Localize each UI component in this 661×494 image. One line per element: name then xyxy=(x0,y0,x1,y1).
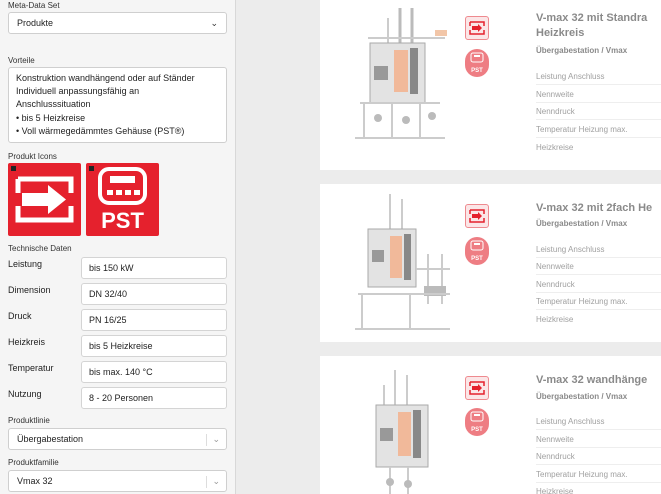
produktlinie-value: Übergabestation xyxy=(17,434,84,444)
chevron-down-icon: ⌄ xyxy=(206,471,220,491)
druck-label: Druck xyxy=(8,311,32,321)
technische-daten-label: Technische Daten xyxy=(8,244,72,253)
produktfamilie-label: Produktfamilie xyxy=(8,458,59,467)
spec-label: Nennweite xyxy=(536,86,661,103)
spec-label: Nennweite xyxy=(536,431,661,448)
vorteile-line: • bis 5 Heizkreise xyxy=(16,112,86,123)
pst-icon-text: PST xyxy=(101,208,144,233)
spec-label: Nennweite xyxy=(536,258,661,275)
nutzung-input[interactable]: 8 - 20 Personen xyxy=(81,387,227,409)
pst-icon-text: PST xyxy=(471,256,483,262)
heizkreis-label: Heizkreis xyxy=(8,337,46,347)
nutzung-label: Nutzung xyxy=(8,389,42,399)
pst-icon: PST xyxy=(465,237,489,265)
pst-icon[interactable]: PST xyxy=(86,163,159,236)
vorteile-label: Vorteile xyxy=(8,56,35,65)
produktfamilie-select[interactable]: Vmax 32 ⌄ xyxy=(8,470,227,492)
spec-label: Nenndruck xyxy=(536,276,661,293)
transfer-arrow-icon xyxy=(465,376,489,400)
meta-data-set-select[interactable]: Produkte ⌄ xyxy=(8,12,227,34)
produktfamilie-value: Vmax 32 xyxy=(17,476,53,486)
spec-label: Heizkreise xyxy=(536,315,574,324)
druck-input[interactable]: PN 16/25 xyxy=(81,309,227,331)
product-drawing-image xyxy=(375,370,429,494)
product-preview-panel: PST V-max 32 mit Standra Heizkreis Überg… xyxy=(237,0,661,494)
vorteile-textarea[interactable]: Konstruktion wandhängend oder auf Stände… xyxy=(8,67,227,143)
product-title: V-max 32 mit 2fach He xyxy=(536,202,653,214)
temperatur-label: Temperatur xyxy=(8,363,54,373)
meta-data-set-value: Produkte xyxy=(17,18,54,28)
spec-label: Heizkreise xyxy=(536,143,574,152)
product-drawing-image xyxy=(355,8,447,139)
vorteile-line: Individuell anpassungsfähig an xyxy=(16,86,140,97)
transfer-arrow-icon[interactable] xyxy=(8,163,81,236)
spec-label: Temperatur Heizung max. xyxy=(536,466,661,483)
vorteile-line: Anschlusssituation xyxy=(16,99,91,110)
spec-label: Temperatur Heizung max. xyxy=(536,121,661,138)
spec-label: Temperatur Heizung max. xyxy=(536,293,661,310)
spec-label: Heizkreise xyxy=(536,487,574,494)
leistung-label: Leistung xyxy=(8,259,43,269)
product-card[interactable]: PST V-max 32 mit 2fach He Übergabestatio… xyxy=(320,184,661,342)
transfer-arrow-icon xyxy=(465,16,489,40)
product-form-panel: Meta-Data Set Produkte ⌄ Vorteile Konstr… xyxy=(0,0,236,494)
transfer-arrow-icon xyxy=(465,204,489,228)
spec-label: Leistung Anschluss xyxy=(536,241,661,258)
produktlinie-label: Produktlinie xyxy=(8,416,50,425)
dimension-input[interactable]: DN 32/40 xyxy=(81,283,227,305)
heizkreis-input[interactable]: bis 5 Heizkreise xyxy=(81,335,227,357)
temperatur-input[interactable]: bis max. 140 °C xyxy=(81,361,227,383)
product-card[interactable]: PST V-max 32 mit Standra Heizkreis Überg… xyxy=(320,0,661,170)
product-drawing-image xyxy=(355,194,450,330)
product-subtitle: Übergabestation / Vmax xyxy=(536,392,628,401)
product-subtitle: Übergabestation / Vmax xyxy=(536,219,628,228)
spec-label: Leistung Anschluss xyxy=(536,413,661,430)
product-subtitle: Übergabestation / Vmax xyxy=(536,46,628,55)
chevron-down-icon: ⌄ xyxy=(210,18,218,28)
product-title: V-max 32 wandhänge xyxy=(536,374,648,386)
dimension-label: Dimension xyxy=(8,285,51,295)
pst-icon-text: PST xyxy=(471,68,483,74)
chevron-down-icon: ⌄ xyxy=(206,429,220,449)
product-title: V-max 32 mit Standra Heizkreis xyxy=(536,12,648,39)
leistung-input[interactable]: bis 150 kW xyxy=(81,257,227,279)
vorteile-line: • Voll wärmegedämmtes Gehäuse (PST®) xyxy=(16,125,185,136)
spec-label: Leistung Anschluss xyxy=(536,68,661,85)
produktlinie-select[interactable]: Übergabestation ⌄ xyxy=(8,428,227,450)
produkt-icons-label: Produkt Icons xyxy=(8,152,57,161)
pst-icon: PST xyxy=(465,49,489,77)
vorteile-line: Konstruktion wandhängend oder auf Stände… xyxy=(16,73,195,83)
meta-data-set-label: Meta-Data Set xyxy=(8,1,60,10)
pst-icon-text: PST xyxy=(471,427,483,433)
spec-label: Nenndruck xyxy=(536,103,661,120)
product-card[interactable]: PST V-max 32 wandhänge Übergabestation /… xyxy=(320,356,661,494)
spec-label: Nenndruck xyxy=(536,448,661,465)
pst-icon: PST xyxy=(465,408,489,436)
